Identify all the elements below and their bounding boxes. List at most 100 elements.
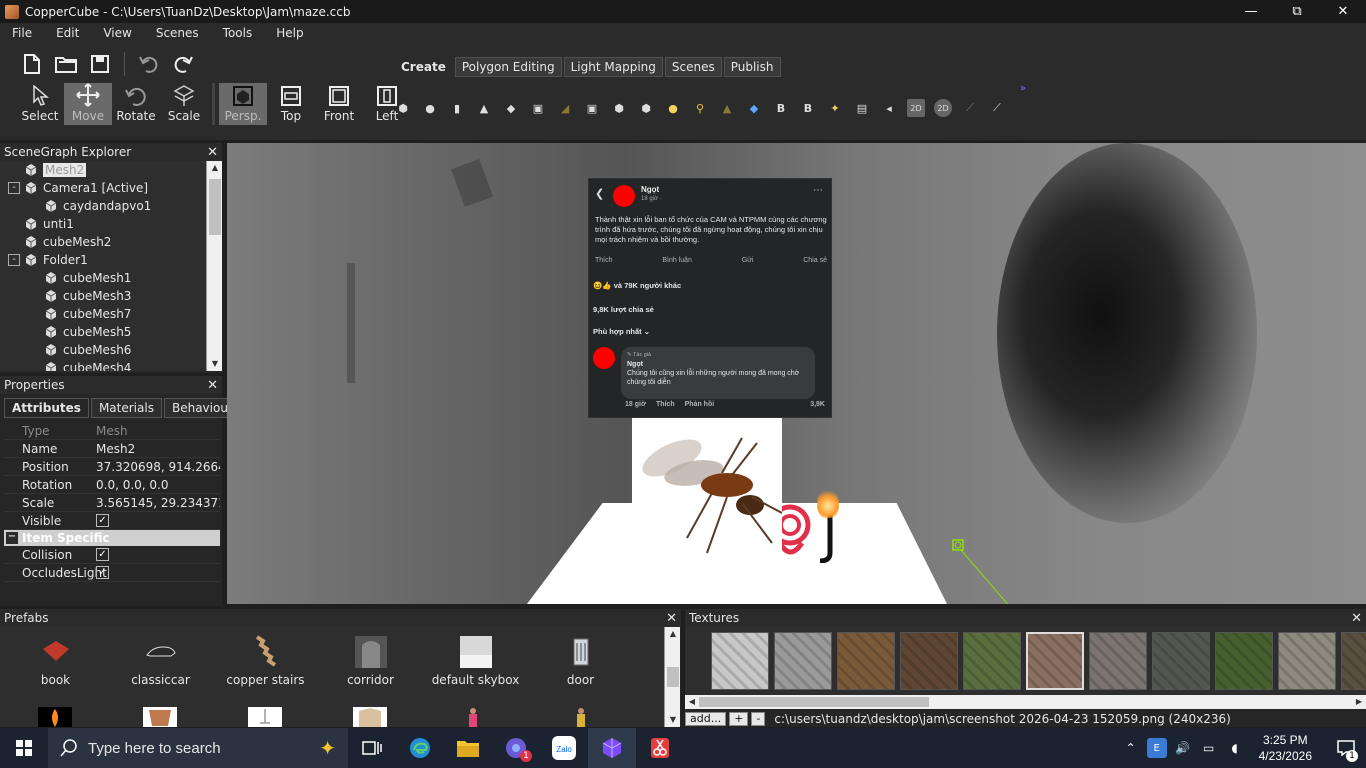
toolbar-overflow-icon[interactable]: » — [1020, 83, 1026, 94]
undo-button[interactable] — [135, 51, 163, 77]
rotation-field[interactable]: 0.0, 0.0, 0.0 — [96, 478, 220, 492]
water-icon[interactable]: ⬢ — [637, 99, 655, 117]
texture-thumbnail[interactable] — [837, 632, 895, 690]
tree-node[interactable]: cubeMesh6 — [0, 341, 206, 359]
tree-node[interactable]: cubeMesh2 — [0, 233, 206, 251]
light-gizmo-icon[interactable] — [951, 538, 1051, 604]
lamp-prefab-icon[interactable] — [248, 707, 282, 727]
minimize-button[interactable]: — — [1228, 0, 1274, 23]
mosquito-billboard[interactable] — [632, 413, 783, 563]
scroll-left-icon[interactable]: ◀ — [685, 695, 699, 709]
scroll-up-icon[interactable]: ▲ — [207, 161, 223, 175]
clock[interactable]: 3:25 PM 4/23/2026 — [1259, 732, 1312, 764]
light-icon[interactable]: ● — [664, 99, 682, 117]
select-tool-button[interactable]: Select — [16, 83, 64, 125]
tab-materials[interactable]: Materials — [90, 398, 162, 418]
billboard-icon[interactable]: ⬢ — [610, 99, 628, 117]
fire-prefab-icon[interactable] — [38, 707, 72, 727]
crate-prefab-icon[interactable] — [353, 707, 387, 727]
notification-center-button[interactable]: 1 — [1326, 728, 1366, 768]
tab-create[interactable]: Create — [394, 57, 453, 77]
text-b-icon[interactable]: B — [772, 99, 790, 117]
position-field[interactable]: 37.320698, 914.2664 — [96, 460, 220, 474]
texture-thumbnail[interactable] — [711, 632, 769, 690]
sound-3d-icon[interactable]: ◂ — [880, 99, 898, 117]
line-icon[interactable]: ⟋ — [961, 99, 979, 117]
move-tool-button[interactable]: Move — [64, 83, 112, 125]
tree-node[interactable]: Mesh2 — [0, 161, 206, 179]
scroll-thumb[interactable] — [699, 697, 929, 707]
scroll-thumb[interactable] — [667, 667, 679, 687]
battery-icon[interactable]: ▭ — [1199, 738, 1219, 758]
tree-node[interactable]: unti1 — [0, 215, 206, 233]
top-view-button[interactable]: Top — [267, 83, 315, 125]
task-view-button[interactable] — [348, 728, 396, 768]
cylinder-icon[interactable]: ▮ — [448, 99, 466, 117]
scroll-right-icon[interactable]: ▶ — [1352, 695, 1366, 709]
texture-thumbnail[interactable] — [900, 632, 958, 690]
texture-thumbnail[interactable] — [774, 632, 832, 690]
tree-node[interactable]: - Folder1 — [0, 251, 206, 269]
prefab-book[interactable]: book — [3, 635, 108, 687]
menu-tools[interactable]: Tools — [211, 26, 265, 40]
tab-scenes[interactable]: Scenes — [664, 57, 722, 77]
character-yellow-prefab-icon[interactable] — [574, 707, 588, 727]
text-b2-icon[interactable]: B — [799, 99, 817, 117]
front-view-button[interactable]: Front — [315, 83, 363, 125]
menu-edit[interactable]: Edit — [44, 26, 91, 40]
close-button[interactable]: ✕ — [1320, 0, 1366, 23]
new-file-button[interactable] — [18, 51, 46, 77]
prefab-copper-stairs[interactable]: copper stairs — [213, 635, 318, 687]
2d-circle-icon[interactable]: 2D — [934, 99, 952, 117]
tray-app-icon[interactable]: E — [1146, 738, 1167, 758]
prefab-corridor[interactable]: corridor — [318, 635, 423, 687]
prefab-door[interactable]: door — [528, 635, 633, 687]
overlay-icon[interactable]: ▤ — [853, 99, 871, 117]
item-specific-section[interactable]: − Item Specific — [4, 530, 220, 546]
path-icon[interactable]: ⚲ — [691, 99, 709, 117]
zoom-in-button[interactable]: + — [729, 711, 749, 726]
menu-file[interactable]: File — [0, 26, 44, 40]
texture-thumbnail[interactable] — [1026, 632, 1084, 690]
collapse-icon[interactable]: - — [8, 182, 20, 194]
taskbar-search[interactable]: Type here to search ✦ — [48, 728, 348, 768]
scroll-thumb[interactable] — [209, 179, 221, 235]
close-icon[interactable]: ✕ — [207, 378, 218, 393]
chrome-taskbar-button[interactable]: 1 — [492, 728, 540, 768]
start-button[interactable] — [0, 728, 48, 768]
scroll-down-icon[interactable]: ▼ — [665, 713, 681, 727]
name-field[interactable]: Mesh2 — [96, 442, 220, 456]
scroll-up-icon[interactable]: ▲ — [665, 627, 681, 641]
perspective-view-button[interactable]: Persp. — [219, 83, 267, 125]
tree-node[interactable]: - Camera1 [Active] — [0, 179, 206, 197]
tree-icon[interactable]: ▲ — [718, 99, 736, 117]
plane-icon[interactable]: ◆ — [502, 99, 520, 117]
tab-light-mapping[interactable]: Light Mapping — [563, 57, 663, 77]
menu-help[interactable]: Help — [264, 26, 315, 40]
scene-tree-scrollbar[interactable]: ▲ ▼ — [206, 161, 222, 371]
redo-button[interactable] — [169, 51, 197, 77]
tree-node[interactable]: cubeMesh5 — [0, 323, 206, 341]
texture-thumbnail[interactable] — [1152, 632, 1210, 690]
prefab-classiccar[interactable]: classiccar — [108, 635, 213, 687]
close-icon[interactable]: ✕ — [666, 611, 677, 626]
prefab-scrollbar[interactable]: ▲ ▼ — [664, 627, 680, 727]
occludes-light-checkbox[interactable]: ✓ — [96, 566, 109, 579]
tree-node[interactable]: cubeMesh4 — [0, 359, 206, 371]
file-explorer-taskbar-button[interactable] — [444, 728, 492, 768]
skybox-icon[interactable]: ▣ — [583, 99, 601, 117]
collision-checkbox[interactable]: ✓ — [96, 548, 109, 561]
rotate-tool-button[interactable]: Rotate — [112, 83, 160, 125]
close-icon[interactable]: ✕ — [1351, 611, 1362, 626]
close-icon[interactable]: ✕ — [207, 145, 218, 160]
tree-node[interactable]: cubeMesh7 — [0, 305, 206, 323]
speaker-icon[interactable]: 🔊 — [1173, 738, 1193, 758]
open-file-button[interactable] — [52, 51, 80, 77]
particle-icon[interactable]: ✦ — [826, 99, 844, 117]
restore-button[interactable]: ⧉ — [1274, 0, 1320, 23]
coppercube-taskbar-button[interactable] — [588, 728, 636, 768]
wifi-icon[interactable]: ◖ — [1225, 738, 1245, 758]
2d-overlay-icon[interactable]: 2D — [907, 99, 925, 117]
scene-tree[interactable]: Mesh2 - Camera1 [Active] caydandapvo1 unti1 c… — [0, 161, 206, 371]
sphere-icon[interactable]: ● — [421, 99, 439, 117]
